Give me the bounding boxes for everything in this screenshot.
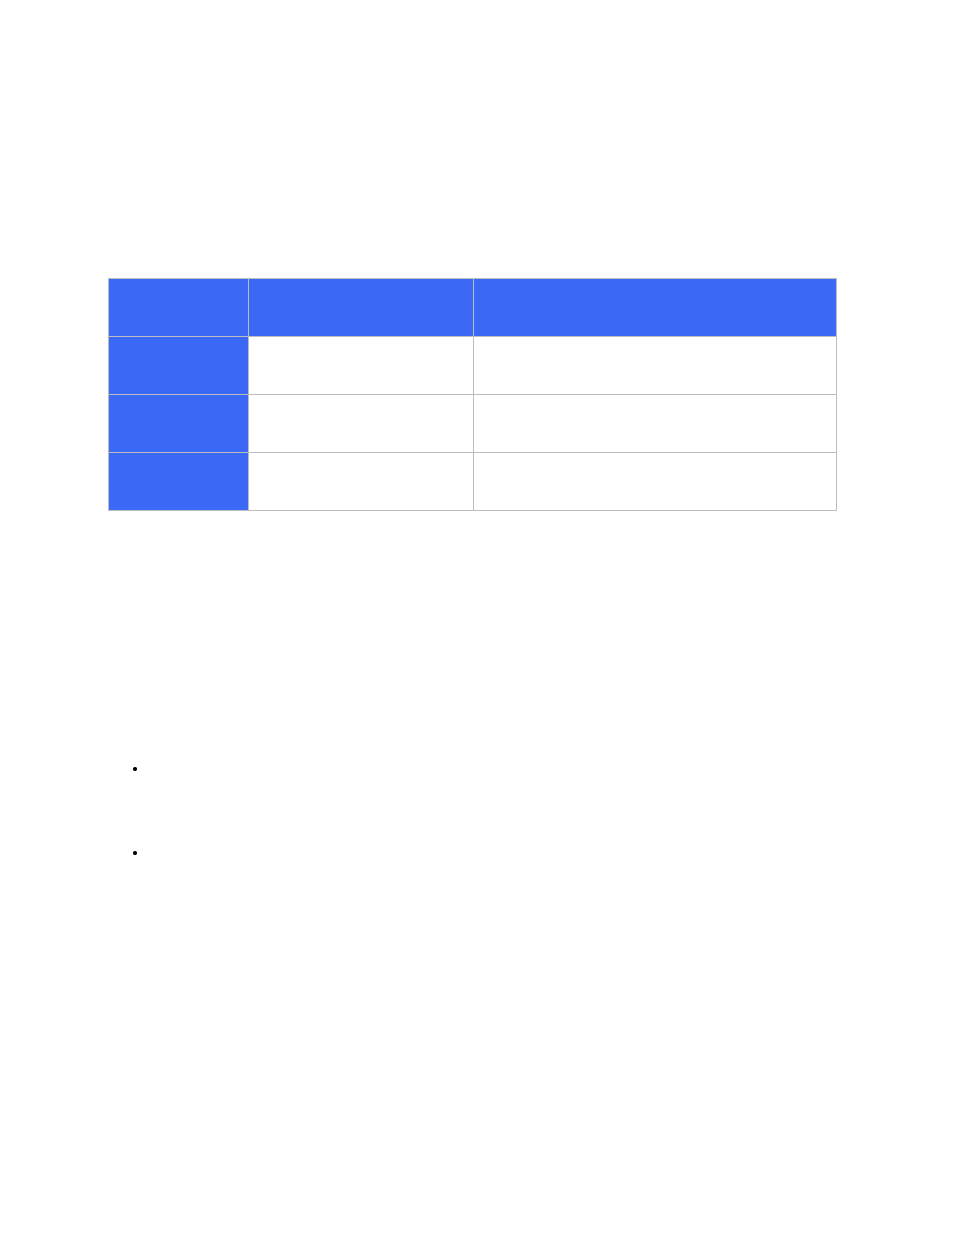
table-cell [473,395,837,453]
table-row [109,337,837,395]
bullet-list [128,760,148,928]
data-table [108,278,837,511]
table-cell [473,337,837,395]
table-cell [248,395,473,453]
table-header-row [109,279,837,337]
table-cell [248,453,473,511]
row-label-cell [109,453,249,511]
table-header-cell [109,279,249,337]
table-header-cell [473,279,837,337]
table-cell [248,337,473,395]
table-row [109,453,837,511]
table-row [109,395,837,453]
row-label-cell [109,337,249,395]
table-header-cell [248,279,473,337]
table-cell [473,453,837,511]
row-label-cell [109,395,249,453]
